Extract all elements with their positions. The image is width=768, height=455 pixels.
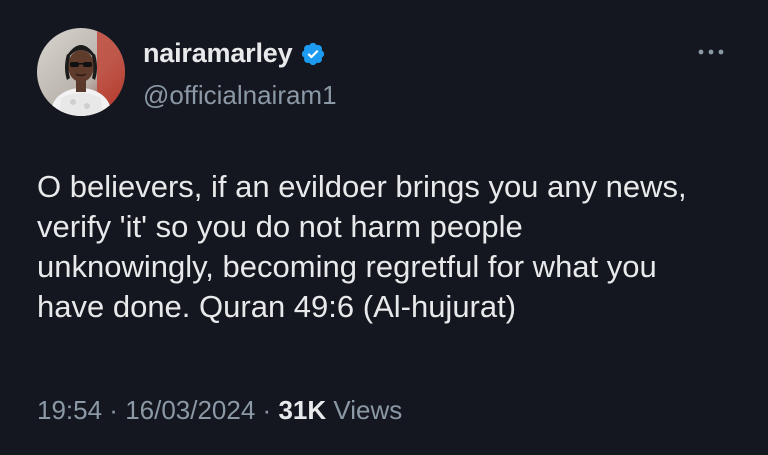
tweet-text-line: unknowingly, becoming regretful for what… bbox=[37, 249, 657, 284]
tweet-card: nairamarley @officialnairam1 O believers… bbox=[0, 0, 768, 455]
user-name-row: nairamarley bbox=[143, 38, 326, 69]
verified-badge-icon bbox=[300, 41, 326, 67]
tweet-text-line: have done. Quran 49:6 (Al-hujurat) bbox=[37, 289, 517, 324]
user-handle[interactable]: @officialnairam1 bbox=[143, 80, 337, 111]
more-horizontal-icon[interactable] bbox=[696, 44, 726, 60]
tweet-text-line: O believers, if an evildoer brings you a… bbox=[37, 169, 687, 204]
tweet-time[interactable]: 19:54 bbox=[37, 395, 102, 425]
views-label: Views bbox=[326, 395, 403, 425]
tweet-date[interactable]: 16/03/2024 bbox=[125, 395, 255, 425]
avatar[interactable] bbox=[37, 28, 125, 116]
display-name[interactable]: nairamarley bbox=[143, 38, 293, 69]
tweet-text-line: verify 'it' so you do not harm people bbox=[37, 209, 523, 244]
tweet-meta: 19:54 · 16/03/2024 · 31K Views bbox=[37, 395, 402, 426]
profile-photo-icon bbox=[37, 28, 125, 116]
meta-separator: · bbox=[255, 395, 279, 425]
meta-separator: · bbox=[102, 395, 126, 425]
views-count[interactable]: 31K bbox=[278, 395, 326, 425]
tweet-text: O believers, if an evildoer brings you a… bbox=[37, 167, 737, 327]
